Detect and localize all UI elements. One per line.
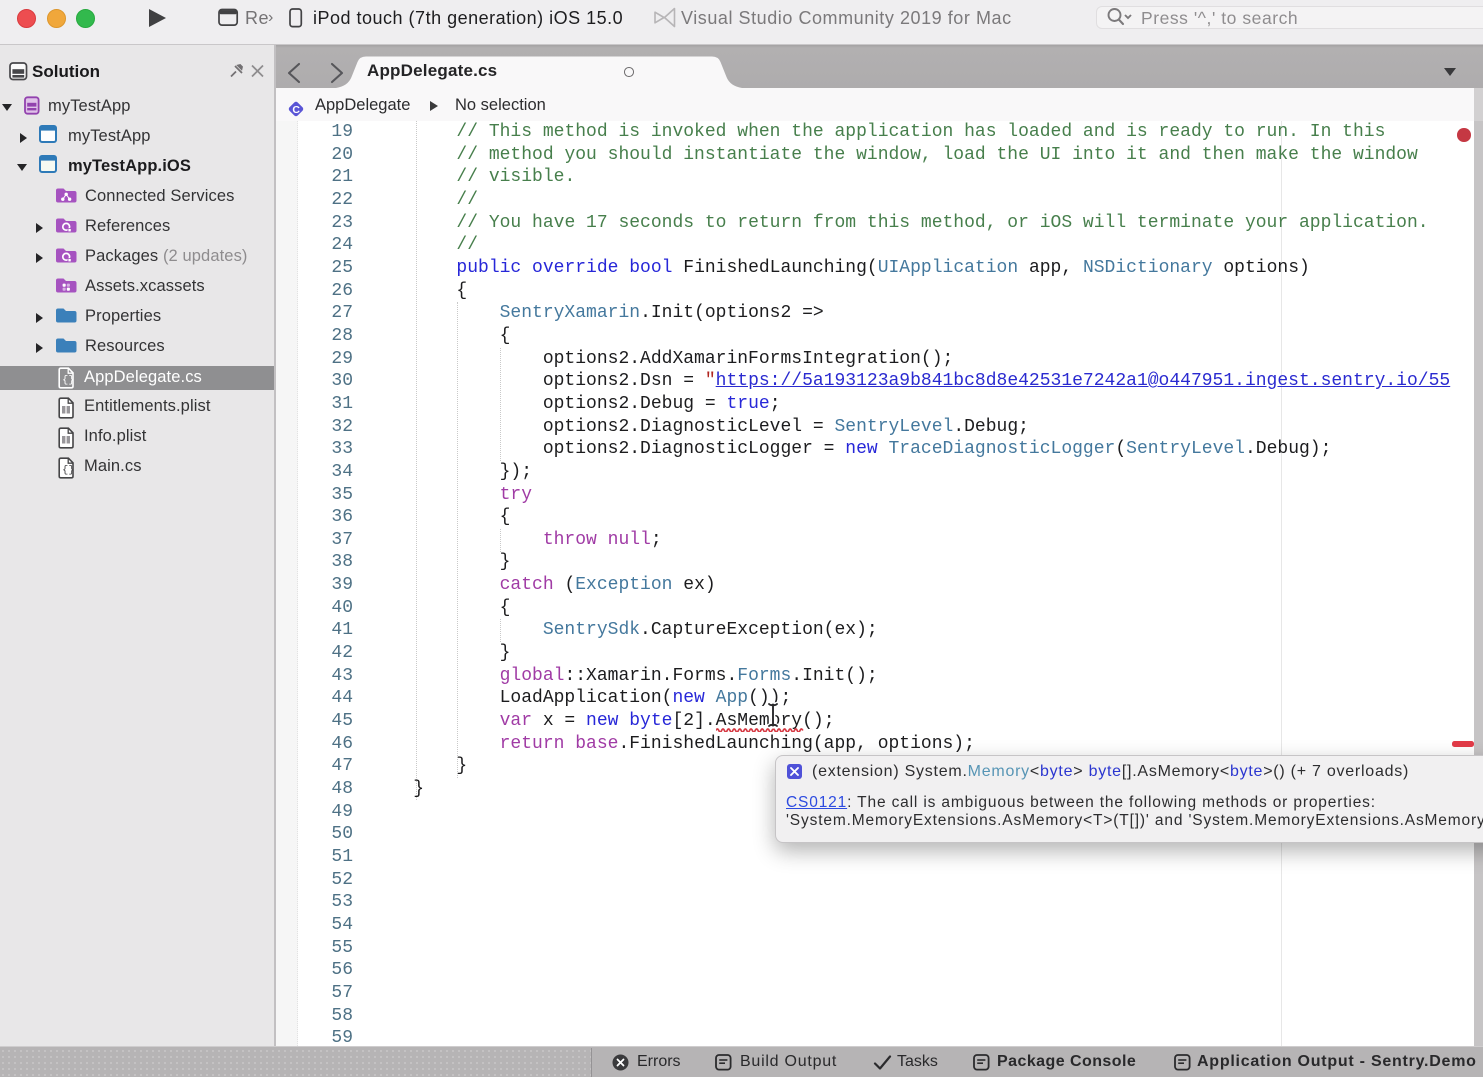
svg-text:{}: {} <box>62 464 75 476</box>
svg-text:{}: {} <box>62 375 75 387</box>
svg-text:C: C <box>292 104 300 116</box>
